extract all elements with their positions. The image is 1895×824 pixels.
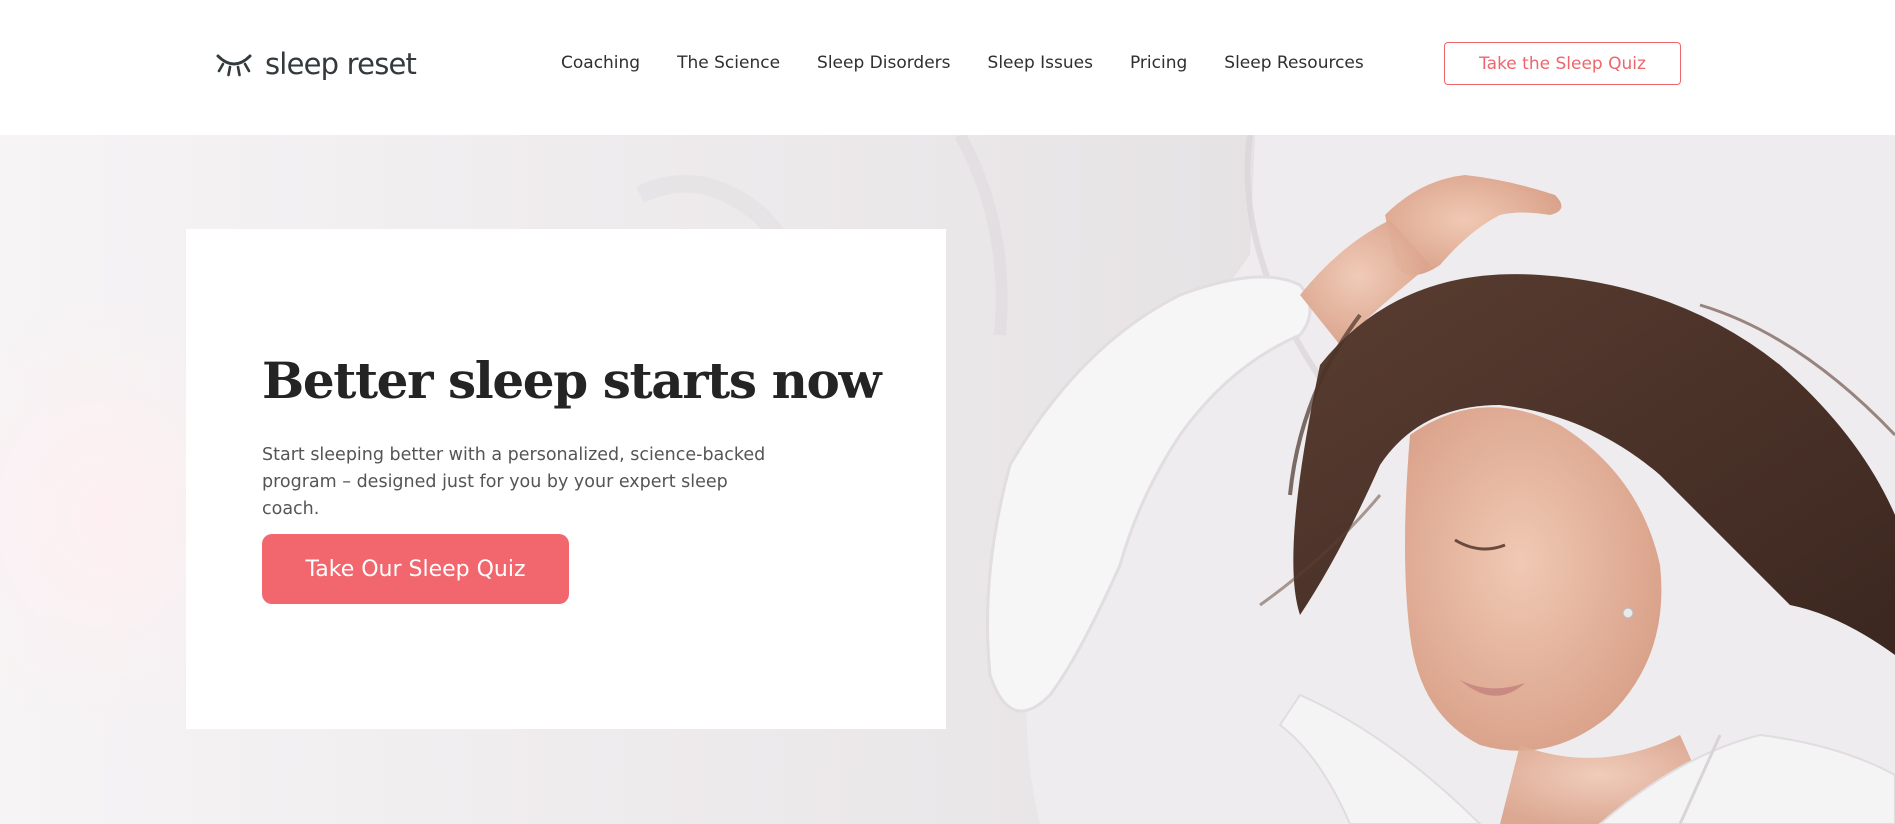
closed-eye-icon	[216, 54, 252, 77]
hero-title: Better sleep starts now	[262, 351, 882, 410]
nav-item-coaching[interactable]: Coaching	[561, 50, 640, 76]
hero-section: Better sleep starts now Start sleeping b…	[0, 135, 1895, 824]
nav-item-sleep-resources[interactable]: Sleep Resources	[1224, 50, 1363, 76]
hero-subtitle: Start sleeping better with a personalize…	[262, 445, 766, 519]
take-sleep-quiz-button[interactable]: Take the Sleep Quiz	[1444, 42, 1681, 85]
nav-item-sleep-disorders[interactable]: Sleep Disorders	[817, 50, 951, 76]
main-nav: Coaching The Science Sleep Disorders Sle…	[561, 50, 1364, 76]
site-header: sleep reset Coaching The Science Sleep D…	[0, 0, 1895, 135]
nav-item-sleep-issues[interactable]: Sleep Issues	[988, 50, 1093, 76]
take-our-sleep-quiz-button[interactable]: Take Our Sleep Quiz	[262, 534, 569, 604]
logo[interactable]: sleep reset	[215, 44, 417, 84]
hero-card: Better sleep starts now Start sleeping b…	[186, 229, 946, 729]
nav-item-the-science[interactable]: The Science	[677, 50, 780, 76]
nav-item-pricing[interactable]: Pricing	[1130, 50, 1187, 76]
logo-text: sleep reset	[265, 47, 417, 81]
